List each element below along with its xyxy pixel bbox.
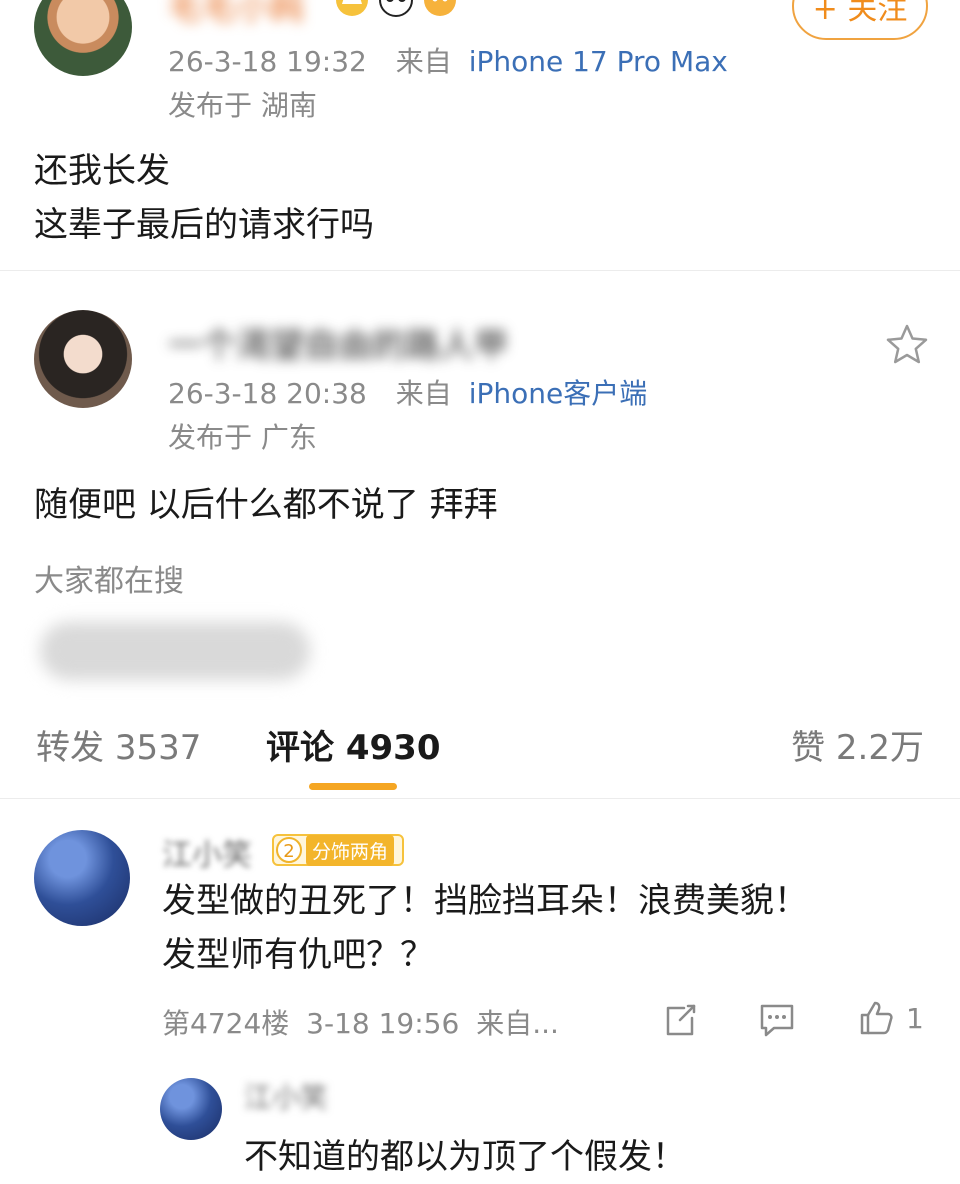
tab-repost-label: 转发: [36, 728, 104, 768]
post-meta: 26-3-18 20:38 来自 iPhone客户端: [168, 372, 647, 412]
share-icon[interactable]: [660, 1000, 700, 1040]
reply-username[interactable]: 江小笑: [244, 1076, 328, 1116]
tab-comments-label: 评论: [266, 728, 334, 768]
crown-icon: [336, 0, 368, 16]
follow-button[interactable]: + 关注: [792, 0, 928, 40]
device-link[interactable]: iPhone 17 Pro Max: [469, 45, 728, 78]
comment-like-count: 1: [906, 1002, 924, 1035]
comment-time: 3-18 19:56: [306, 1007, 460, 1040]
source-prefix: 来自: [395, 377, 452, 410]
post-content-line: 还我长发: [34, 151, 170, 191]
comment-meta: 第4724楼 3-18 19:56 来自...: [162, 1002, 559, 1042]
avatar[interactable]: [34, 830, 130, 926]
fan-level: 2: [276, 837, 302, 863]
comment-source: 来自...: [476, 1007, 559, 1040]
tab-comments[interactable]: 评论 4930: [266, 720, 440, 769]
avatar[interactable]: [34, 0, 132, 76]
fan-badge[interactable]: 2 分饰两角: [272, 834, 405, 866]
comment-text-line: 发型师有仇吧？？: [162, 935, 434, 975]
tab-comments-count: 4930: [345, 728, 441, 768]
post-time: 26-3-18 19:32: [168, 45, 367, 78]
post-content-line: 这辈子最后的请求行吗: [34, 205, 374, 245]
divider: [0, 270, 960, 271]
tab-active-indicator: [309, 783, 397, 790]
post-location: 发布于 广东: [168, 421, 317, 454]
tab-likes-label: 赞: [791, 728, 826, 768]
comment-text-line: 发型做的丑死了！挡脸挡耳朵！浪费美貌！: [162, 881, 808, 921]
tab-likes[interactable]: 赞 2.2万: [791, 720, 924, 769]
thumbs-up-icon[interactable]: [856, 998, 896, 1038]
source-prefix: 来自: [395, 45, 452, 78]
reply-text: 不知道的都以为顶了个假发！: [244, 1137, 686, 1177]
avatar[interactable]: [34, 310, 132, 408]
post-time: 26-3-18 20:38: [168, 377, 367, 410]
user-badges: [334, 0, 458, 18]
tab-repost[interactable]: 转发 3537: [36, 720, 201, 769]
star-icon[interactable]: [884, 322, 930, 368]
username[interactable]: 毛毛小飩: [168, 0, 304, 29]
comment-icon[interactable]: [756, 1000, 798, 1040]
device-link[interactable]: iPhone客户端: [469, 377, 648, 410]
tab-likes-count: 2.2万: [835, 728, 924, 768]
post-location: 发布于 湖南: [168, 89, 317, 122]
comment-floor: 第4724楼: [162, 1007, 290, 1040]
cat-icon: [424, 0, 456, 16]
tab-repost-count: 3537: [114, 728, 202, 768]
fan-badge-text: 分饰两角: [306, 834, 395, 866]
avatar[interactable]: [160, 1078, 222, 1140]
trending-label: 大家都在搜: [34, 564, 184, 599]
username[interactable]: 一个渴望自由的路人甲: [168, 318, 508, 367]
post-content: 随便吧 以后什么都不说了 拜拜: [34, 485, 498, 525]
panda-icon: [379, 0, 413, 17]
comment-username[interactable]: 江小笑: [162, 830, 252, 874]
post-meta: 26-3-18 19:32 来自 iPhone 17 Pro Max: [168, 40, 728, 80]
trending-search-chip[interactable]: [40, 622, 310, 680]
divider: [0, 798, 960, 799]
